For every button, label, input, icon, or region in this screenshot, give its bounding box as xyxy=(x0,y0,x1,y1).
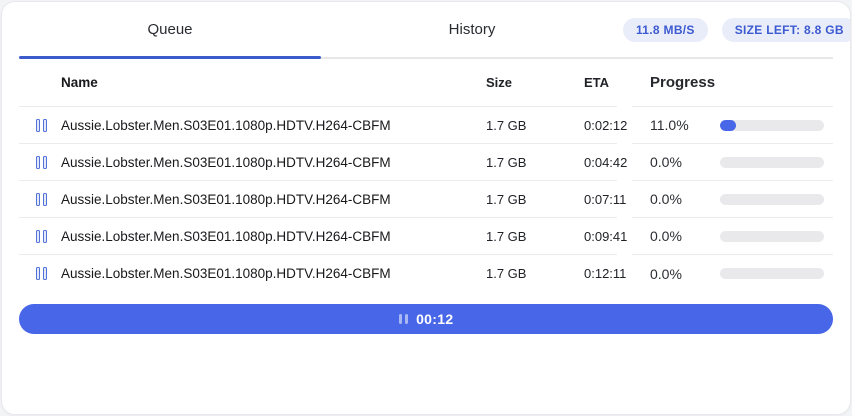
tab-queue-label: Queue xyxy=(147,21,192,38)
table-header-row: Name Size ETA Progress xyxy=(19,59,833,107)
download-size: 1.7 GB xyxy=(486,155,561,170)
column-header-progress: Progress xyxy=(650,74,715,91)
progress-bar xyxy=(720,120,824,131)
progress-percent: 0.0% xyxy=(650,228,720,244)
pause-all-button[interactable]: 00:12 xyxy=(19,304,833,334)
progress-percent: 0.0% xyxy=(650,154,720,170)
pause-icon[interactable] xyxy=(34,191,49,208)
download-name: Aussie.Lobster.Men.S03E01.1080p.HDTV.H26… xyxy=(61,118,486,133)
download-eta: 0:09:41 xyxy=(561,229,617,244)
tab-history[interactable]: History xyxy=(321,2,623,57)
pause-icon[interactable] xyxy=(34,265,49,282)
table-row: Aussie.Lobster.Men.S03E01.1080p.HDTV.H26… xyxy=(19,144,833,181)
size-left-badge: SIZE LEFT: 8.8 GB xyxy=(722,18,851,42)
download-eta: 0:07:11 xyxy=(561,192,617,207)
table-row: Aussie.Lobster.Men.S03E01.1080p.HDTV.H26… xyxy=(19,218,833,255)
table-row: Aussie.Lobster.Men.S03E01.1080p.HDTV.H26… xyxy=(19,107,833,144)
table-row: Aussie.Lobster.Men.S03E01.1080p.HDTV.H26… xyxy=(19,255,833,292)
speed-badge: 11.8 MB/S xyxy=(623,18,708,42)
progress-bar xyxy=(720,268,824,279)
column-header-size: Size xyxy=(486,75,561,90)
pause-icon[interactable] xyxy=(34,228,49,245)
download-size: 1.7 GB xyxy=(486,192,561,207)
download-name: Aussie.Lobster.Men.S03E01.1080p.HDTV.H26… xyxy=(61,192,486,207)
download-eta: 0:12:11 xyxy=(561,266,617,281)
tab-history-label: History xyxy=(449,21,496,38)
progress-percent: 11.0% xyxy=(650,117,720,133)
progress-bar xyxy=(720,231,824,242)
pause-icon[interactable] xyxy=(34,117,49,134)
pause-timer: 00:12 xyxy=(416,311,453,327)
progress-percent: 0.0% xyxy=(650,266,720,282)
column-header-eta: ETA xyxy=(561,75,617,90)
progress-bar xyxy=(720,157,824,168)
download-name: Aussie.Lobster.Men.S03E01.1080p.HDTV.H26… xyxy=(61,229,486,244)
download-name: Aussie.Lobster.Men.S03E01.1080p.HDTV.H26… xyxy=(61,155,486,170)
download-size: 1.7 GB xyxy=(486,229,561,244)
progress-bar xyxy=(720,194,824,205)
status-badges: 11.8 MB/S SIZE LEFT: 8.8 GB xyxy=(623,2,851,57)
pause-icon xyxy=(399,314,409,324)
tab-bar: Queue History 11.8 MB/S SIZE LEFT: 8.8 G… xyxy=(19,2,833,59)
download-eta: 0:04:42 xyxy=(561,155,617,170)
column-header-name: Name xyxy=(61,75,486,90)
queue-window: Queue History 11.8 MB/S SIZE LEFT: 8.8 G… xyxy=(1,1,851,415)
pause-icon[interactable] xyxy=(34,154,49,171)
download-name: Aussie.Lobster.Men.S03E01.1080p.HDTV.H26… xyxy=(61,266,486,281)
progress-percent: 0.0% xyxy=(650,191,720,207)
queue-table: Name Size ETA Progress Aussie.Lobster.Me… xyxy=(19,59,833,292)
download-size: 1.7 GB xyxy=(486,266,561,281)
download-size: 1.7 GB xyxy=(486,118,561,133)
download-eta: 0:02:12 xyxy=(561,118,617,133)
tab-queue[interactable]: Queue xyxy=(19,2,321,57)
table-row: Aussie.Lobster.Men.S03E01.1080p.HDTV.H26… xyxy=(19,181,833,218)
